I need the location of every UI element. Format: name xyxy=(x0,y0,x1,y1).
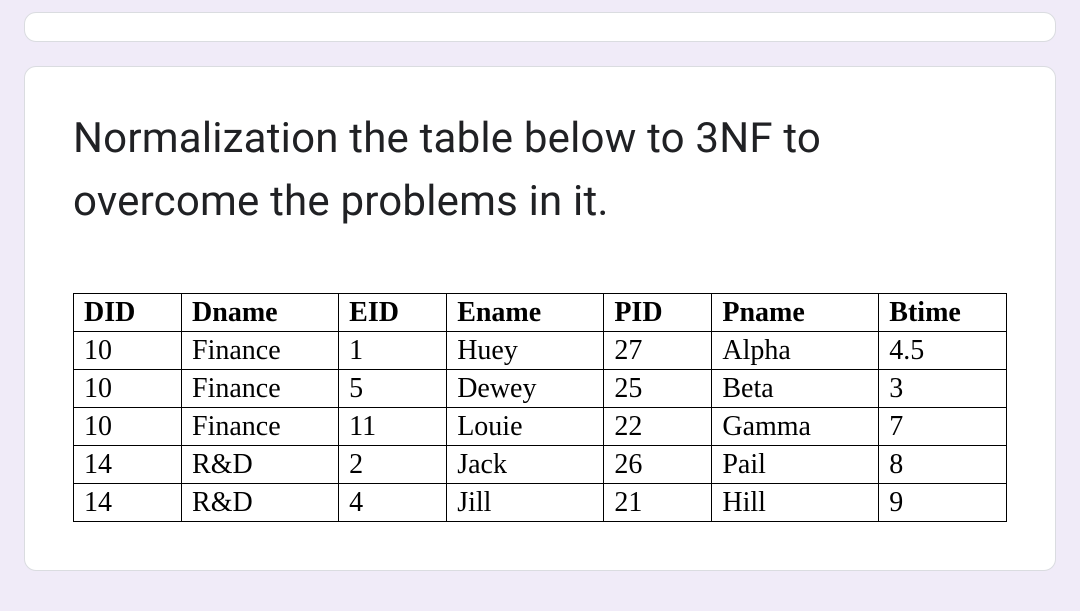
table-row: 14 R&D 4 Jill 21 Hill 9 xyxy=(74,484,1007,522)
cell-btime: 9 xyxy=(879,484,1007,522)
cell-did: 10 xyxy=(74,408,182,446)
header-did: DID xyxy=(74,294,182,332)
header-pname: Pname xyxy=(712,294,879,332)
cell-dname: R&D xyxy=(182,484,339,522)
cell-dname: Finance xyxy=(182,332,339,370)
header-dname: Dname xyxy=(182,294,339,332)
table-header-row: DID Dname EID Ename PID Pname Btime xyxy=(74,294,1007,332)
cell-dname: Finance xyxy=(182,370,339,408)
question-text: Normalization the table below to 3NF to … xyxy=(73,107,1007,233)
cell-dname: R&D xyxy=(182,446,339,484)
cell-btime: 3 xyxy=(879,370,1007,408)
cell-pid: 22 xyxy=(604,408,712,446)
table-row: 10 Finance 11 Louie 22 Gamma 7 xyxy=(74,408,1007,446)
data-table: DID Dname EID Ename PID Pname Btime 10 F… xyxy=(73,293,1007,522)
cell-did: 10 xyxy=(74,370,182,408)
cell-dname: Finance xyxy=(182,408,339,446)
cell-pname: Gamma xyxy=(712,408,879,446)
cell-eid: 4 xyxy=(339,484,447,522)
cell-pid: 27 xyxy=(604,332,712,370)
previous-card-bottom xyxy=(24,12,1056,42)
cell-ename: Louie xyxy=(447,408,604,446)
cell-did: 10 xyxy=(74,332,182,370)
cell-pid: 21 xyxy=(604,484,712,522)
question-card: Normalization the table below to 3NF to … xyxy=(24,66,1056,571)
cell-pname: Beta xyxy=(712,370,879,408)
cell-ename: Jill xyxy=(447,484,604,522)
cell-did: 14 xyxy=(74,484,182,522)
cell-eid: 5 xyxy=(339,370,447,408)
header-btime: Btime xyxy=(879,294,1007,332)
cell-pname: Pail xyxy=(712,446,879,484)
header-eid: EID xyxy=(339,294,447,332)
cell-pname: Hill xyxy=(712,484,879,522)
table-row: 14 R&D 2 Jack 26 Pail 8 xyxy=(74,446,1007,484)
cell-btime: 4.5 xyxy=(879,332,1007,370)
cell-btime: 8 xyxy=(879,446,1007,484)
cell-eid: 1 xyxy=(339,332,447,370)
cell-pid: 25 xyxy=(604,370,712,408)
table-row: 10 Finance 1 Huey 27 Alpha 4.5 xyxy=(74,332,1007,370)
cell-ename: Huey xyxy=(447,332,604,370)
cell-ename: Jack xyxy=(447,446,604,484)
cell-pname: Alpha xyxy=(712,332,879,370)
cell-did: 14 xyxy=(74,446,182,484)
header-ename: Ename xyxy=(447,294,604,332)
table-row: 10 Finance 5 Dewey 25 Beta 3 xyxy=(74,370,1007,408)
cell-eid: 2 xyxy=(339,446,447,484)
cell-pid: 26 xyxy=(604,446,712,484)
cell-ename: Dewey xyxy=(447,370,604,408)
cell-eid: 11 xyxy=(339,408,447,446)
header-pid: PID xyxy=(604,294,712,332)
cell-btime: 7 xyxy=(879,408,1007,446)
